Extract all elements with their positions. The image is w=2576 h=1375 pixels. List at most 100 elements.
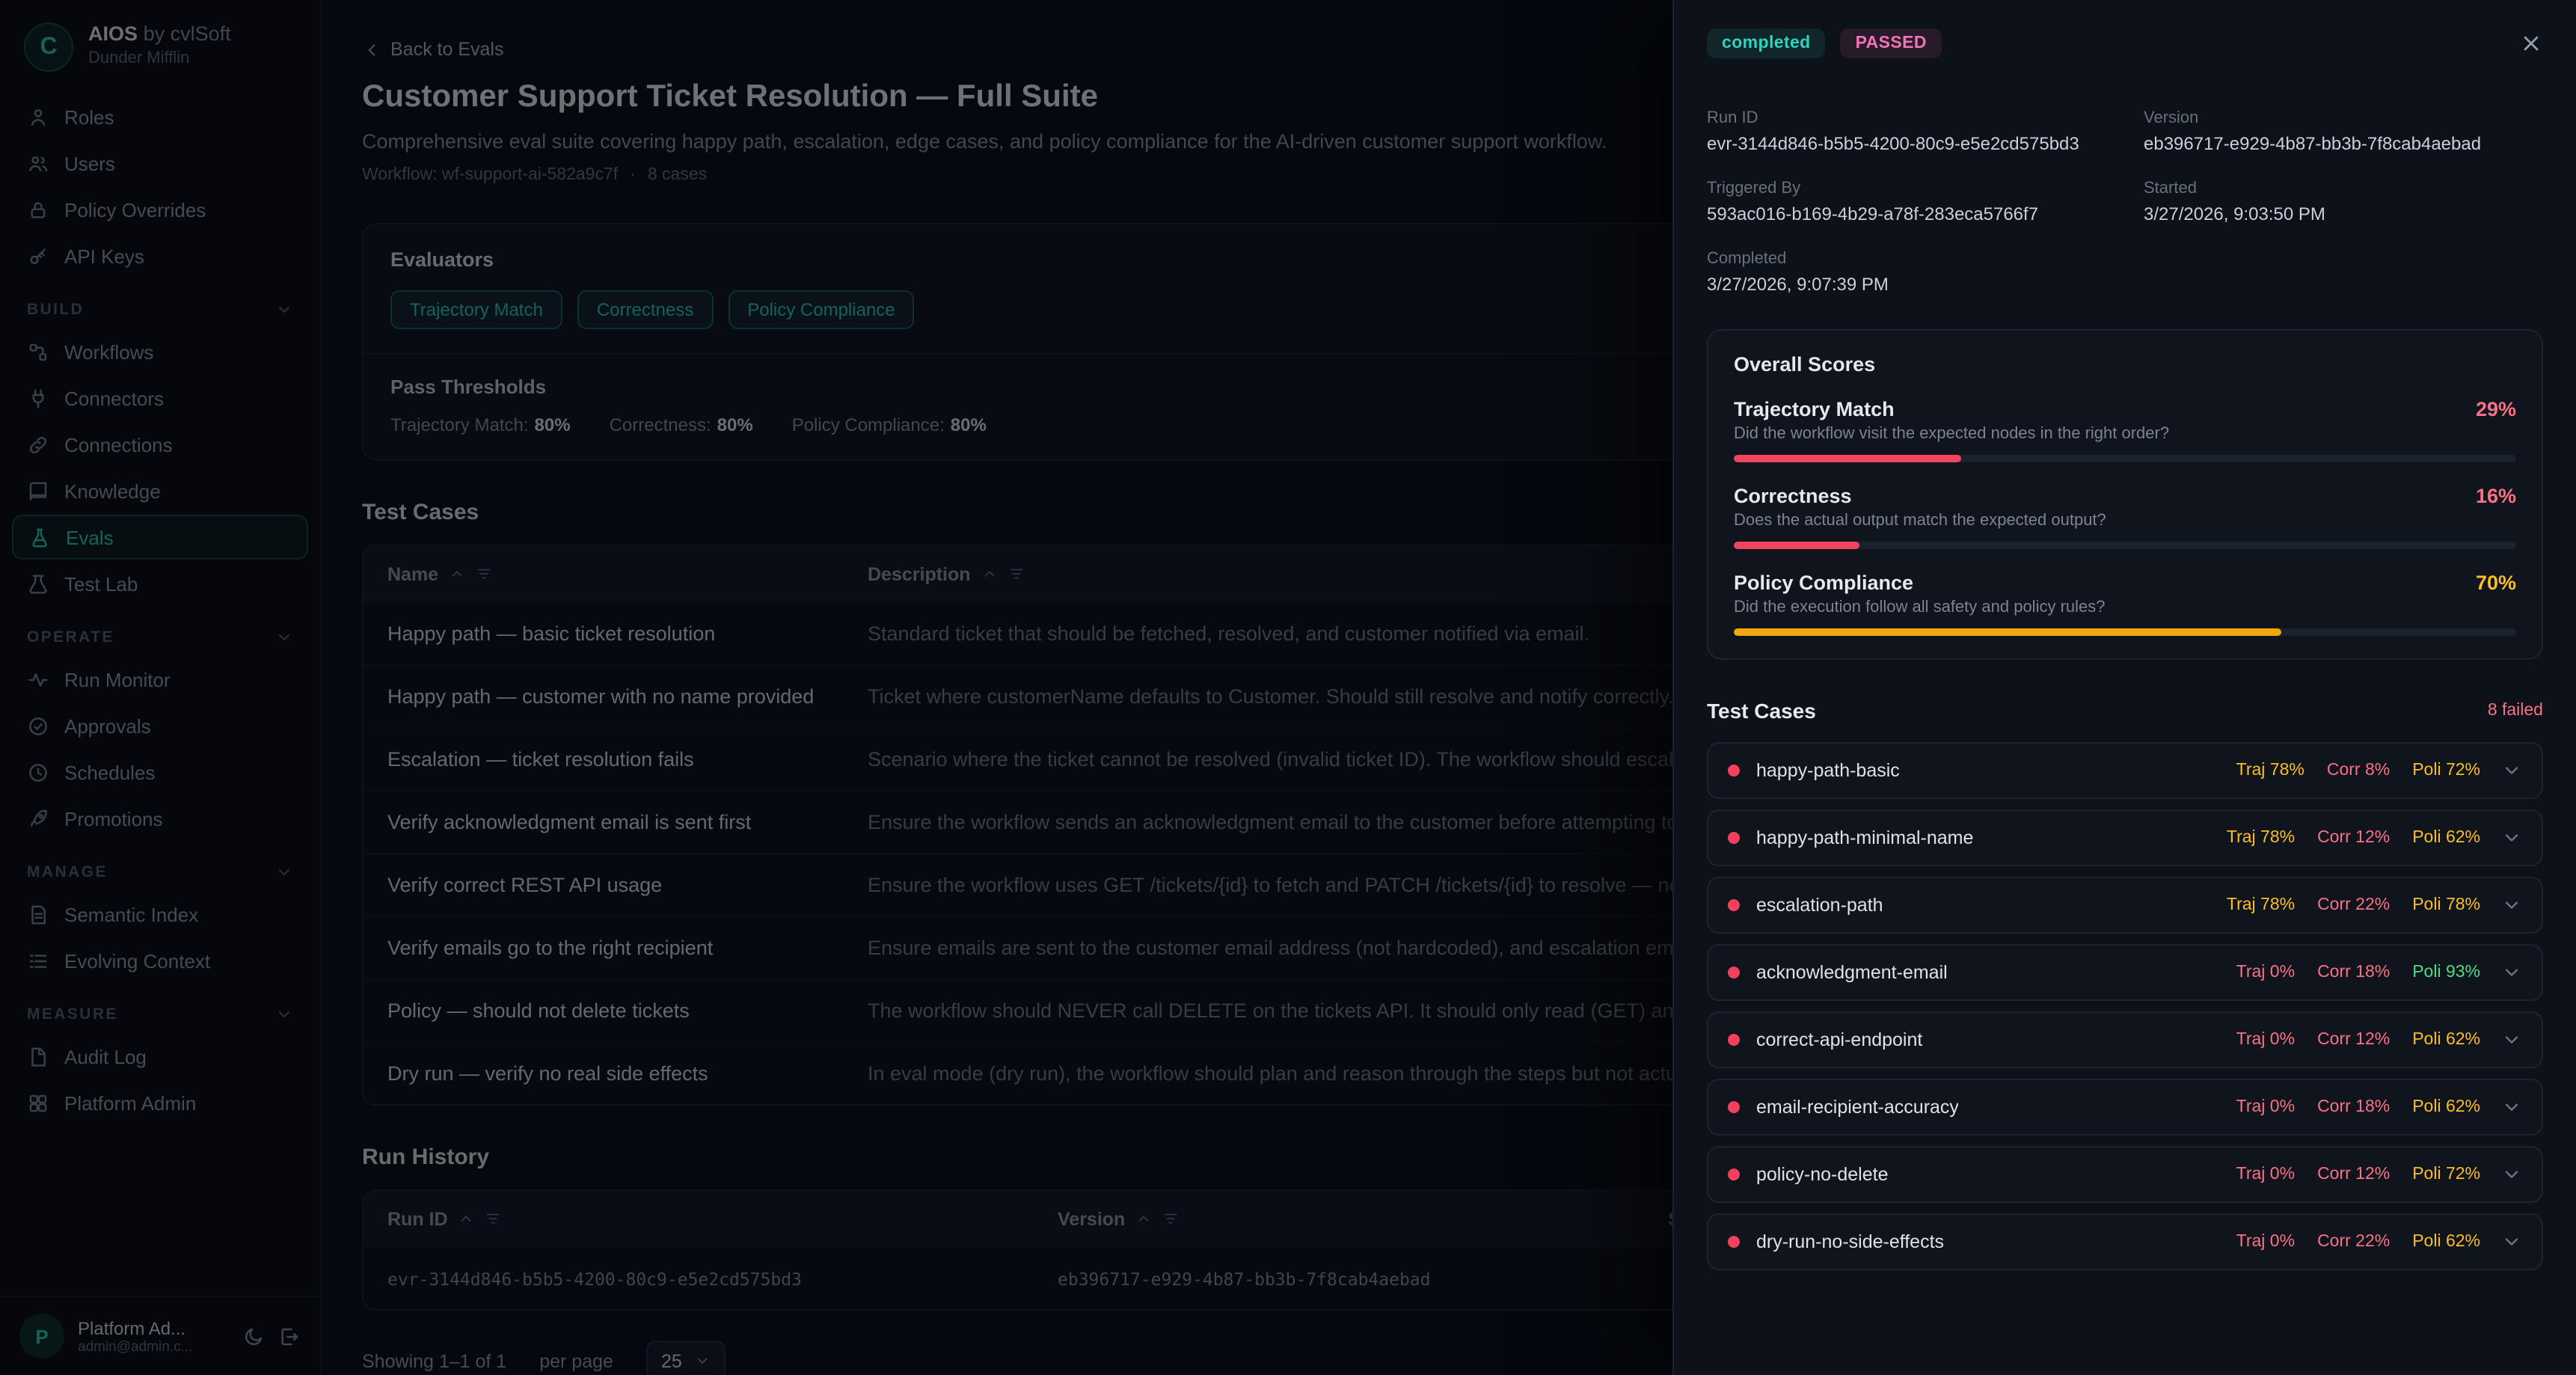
field-label: Version	[2144, 109, 2543, 127]
failed-dot-icon	[1728, 832, 1740, 844]
chevron-down-icon[interactable]	[2501, 1231, 2522, 1252]
metric-name: Policy Compliance	[1734, 572, 1913, 594]
poli-score: Poli 62%	[2412, 1098, 2480, 1116]
corr-score: Corr 22%	[2317, 1233, 2390, 1251]
metric-question: Did the execution follow all safety and …	[1734, 598, 2516, 616]
field-value: 593ac016-b169-4b29-a78f-283eca5766f7	[1707, 203, 2144, 224]
score-bar	[1734, 628, 2516, 636]
failed-dot-icon	[1728, 967, 1740, 979]
chevron-down-icon[interactable]	[2501, 962, 2522, 983]
run-field: Completed 3/27/2026, 9:07:39 PM	[1707, 250, 2144, 295]
run-fields: Run ID evr-3144d846-b5b5-4200-80c9-e5e2c…	[1707, 109, 2543, 295]
score-bar	[1734, 542, 2516, 549]
poli-score: Poli 62%	[2412, 829, 2480, 847]
field-label: Started	[2144, 180, 2543, 197]
test-case-row[interactable]: escalation-path Traj 78% Corr 22% Poli 7…	[1707, 877, 2543, 934]
test-case-id: happy-path-basic	[1756, 760, 1900, 781]
field-label: Run ID	[1707, 109, 2144, 127]
failed-dot-icon	[1728, 1101, 1740, 1113]
test-case-row[interactable]: dry-run-no-side-effects Traj 0% Corr 22%…	[1707, 1213, 2543, 1270]
corr-score: Corr 12%	[2317, 1031, 2390, 1049]
traj-score: Traj 0%	[2236, 1031, 2295, 1049]
field-value: eb396717-e929-4b87-bb3b-7f8cab4aebad	[2144, 133, 2543, 154]
score-metric: Trajectory Match 29% Did the workflow vi…	[1734, 398, 2516, 462]
run-field: Version eb396717-e929-4b87-bb3b-7f8cab4a…	[2144, 109, 2543, 154]
metric-question: Does the actual output match the expecte…	[1734, 512, 2516, 530]
score-bar-fill	[1734, 542, 1859, 549]
test-case-row[interactable]: email-recipient-accuracy Traj 0% Corr 18…	[1707, 1079, 2543, 1136]
traj-score: Traj 0%	[2236, 1098, 2295, 1116]
corr-score: Corr 18%	[2317, 964, 2390, 982]
metric-name: Correctness	[1734, 485, 1852, 507]
run-field: Started 3/27/2026, 9:03:50 PM	[2144, 180, 2543, 224]
poli-score: Poli 62%	[2412, 1233, 2480, 1251]
poli-score: Poli 72%	[2412, 1166, 2480, 1183]
traj-score: Traj 78%	[2227, 896, 2295, 914]
poli-score: Poli 93%	[2412, 964, 2480, 982]
failed-count: 8 failed	[2488, 702, 2543, 720]
failed-dot-icon	[1728, 1169, 1740, 1180]
traj-score: Traj 0%	[2236, 964, 2295, 982]
score-bar-fill	[1734, 628, 2281, 636]
run-details-drawer: completed PASSED Run ID evr-3144d846-b5b…	[1672, 0, 2576, 1375]
test-case-row[interactable]: correct-api-endpoint Traj 0% Corr 12% Po…	[1707, 1011, 2543, 1068]
field-value: 3/27/2026, 9:03:50 PM	[2144, 203, 2543, 224]
test-case-row[interactable]: policy-no-delete Traj 0% Corr 12% Poli 7…	[1707, 1146, 2543, 1203]
metric-value: 29%	[2476, 398, 2516, 420]
overall-scores-title: Overall Scores	[1734, 353, 2516, 376]
poli-score: Poli 72%	[2412, 762, 2480, 780]
field-value: 3/27/2026, 9:07:39 PM	[1707, 274, 2144, 295]
metric-value: 16%	[2476, 485, 2516, 507]
field-label: Completed	[1707, 250, 2144, 268]
chevron-down-icon[interactable]	[2501, 1029, 2522, 1050]
traj-score: Traj 78%	[2236, 762, 2304, 780]
score-metric: Correctness 16% Does the actual output m…	[1734, 485, 2516, 549]
failed-dot-icon	[1728, 1034, 1740, 1046]
test-case-id: correct-api-endpoint	[1756, 1029, 1922, 1050]
app-window: C AIOS by cvlSoft Dunder Mifflin Roles U	[0, 0, 2576, 1375]
chevron-down-icon[interactable]	[2501, 1097, 2522, 1118]
test-case-id: email-recipient-accuracy	[1756, 1097, 1959, 1118]
field-label: Triggered By	[1707, 180, 2144, 197]
test-case-id: policy-no-delete	[1756, 1164, 1889, 1185]
score-metric: Policy Compliance 70% Did the execution …	[1734, 572, 2516, 636]
corr-score: Corr 12%	[2317, 1166, 2390, 1183]
traj-score: Traj 0%	[2236, 1166, 2295, 1183]
test-case-id: escalation-path	[1756, 895, 1883, 916]
chevron-down-icon[interactable]	[2501, 895, 2522, 916]
field-value: evr-3144d846-b5b5-4200-80c9-e5e2cd575bd3	[1707, 133, 2144, 154]
chevron-down-icon[interactable]	[2501, 827, 2522, 848]
corr-score: Corr 18%	[2317, 1098, 2390, 1116]
traj-score: Traj 0%	[2236, 1233, 2295, 1251]
overall-scores-card: Overall Scores Trajectory Match 29% Did …	[1707, 329, 2543, 660]
score-bar-fill	[1734, 455, 1960, 462]
poli-score: Poli 62%	[2412, 1031, 2480, 1049]
run-field: Triggered By 593ac016-b169-4b29-a78f-283…	[1707, 180, 2144, 224]
corr-score: Corr 8%	[2327, 762, 2390, 780]
failed-dot-icon	[1728, 765, 1740, 777]
corr-score: Corr 22%	[2317, 896, 2390, 914]
chevron-down-icon[interactable]	[2501, 760, 2522, 781]
close-icon[interactable]	[2519, 31, 2543, 55]
poli-score: Poli 78%	[2412, 896, 2480, 914]
metric-name: Trajectory Match	[1734, 398, 1895, 420]
failed-dot-icon	[1728, 899, 1740, 911]
result-badge: PASSED	[1841, 28, 1942, 58]
test-case-id: happy-path-minimal-name	[1756, 827, 1973, 848]
corr-score: Corr 12%	[2317, 829, 2390, 847]
traj-score: Traj 78%	[2227, 829, 2295, 847]
run-field: Run ID evr-3144d846-b5b5-4200-80c9-e5e2c…	[1707, 109, 2144, 154]
failed-dot-icon	[1728, 1236, 1740, 1248]
drawer-test-case-list: happy-path-basic Traj 78% Corr 8% Poli 7…	[1707, 742, 2543, 1270]
test-case-id: acknowledgment-email	[1756, 962, 1948, 983]
metric-question: Did the workflow visit the expected node…	[1734, 425, 2516, 443]
score-bar	[1734, 455, 2516, 462]
chevron-down-icon[interactable]	[2501, 1164, 2522, 1185]
test-case-id: dry-run-no-side-effects	[1756, 1231, 1944, 1252]
test-case-row[interactable]: acknowledgment-email Traj 0% Corr 18% Po…	[1707, 944, 2543, 1001]
status-badge: completed	[1707, 28, 1826, 58]
metric-value: 70%	[2476, 572, 2516, 594]
test-case-row[interactable]: happy-path-minimal-name Traj 78% Corr 12…	[1707, 809, 2543, 866]
test-case-row[interactable]: happy-path-basic Traj 78% Corr 8% Poli 7…	[1707, 742, 2543, 799]
drawer-test-cases-title: Test Cases	[1707, 699, 1816, 723]
